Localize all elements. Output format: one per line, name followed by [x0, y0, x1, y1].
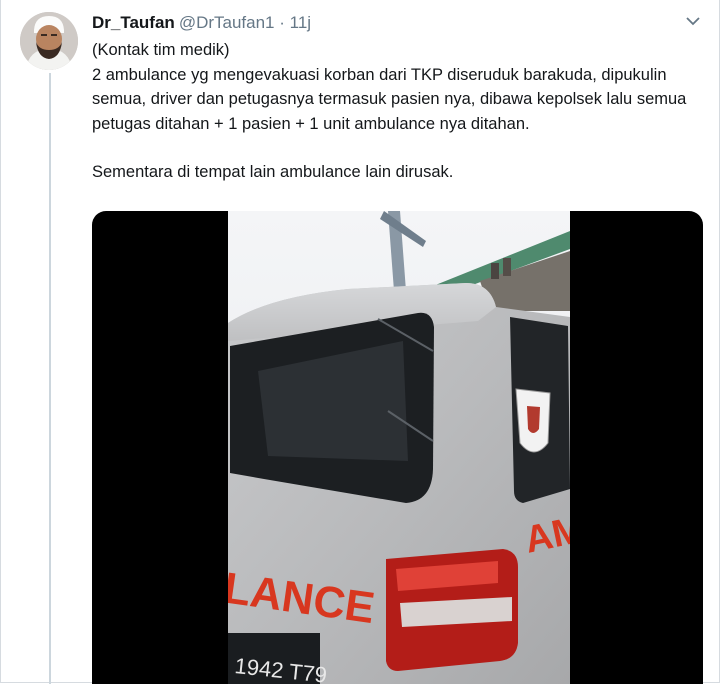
tweet-text: (Kontak tim medik) 2 ambulance yg mengev… — [92, 38, 697, 185]
video-still: AM LANCE 1942 T79 — [228, 211, 570, 684]
tweet-header: Dr_Taufan @DrTaufan1 · 11j — [92, 13, 311, 33]
chevron-down-icon[interactable] — [683, 13, 703, 29]
avatar-photo — [20, 12, 78, 70]
tweet-line-3: Sementara di tempat lain ambulance lain … — [92, 163, 454, 181]
tweet-line-1: (Kontak tim medik) — [92, 41, 230, 59]
display-name[interactable]: Dr_Taufan — [92, 13, 175, 32]
thread-line — [49, 73, 51, 684]
tweet-line-2: 2 ambulance yg mengevakuasi korban dari … — [92, 65, 687, 133]
tweet-timestamp[interactable]: 11j — [290, 13, 311, 32]
separator-dot: · — [274, 13, 290, 32]
video-frame: AM LANCE 1942 T79 — [228, 211, 570, 684]
avatar[interactable] — [20, 12, 78, 70]
video-player[interactable]: AM LANCE 1942 T79 — [92, 211, 703, 684]
user-handle[interactable]: @DrTaufan1 — [179, 13, 275, 32]
